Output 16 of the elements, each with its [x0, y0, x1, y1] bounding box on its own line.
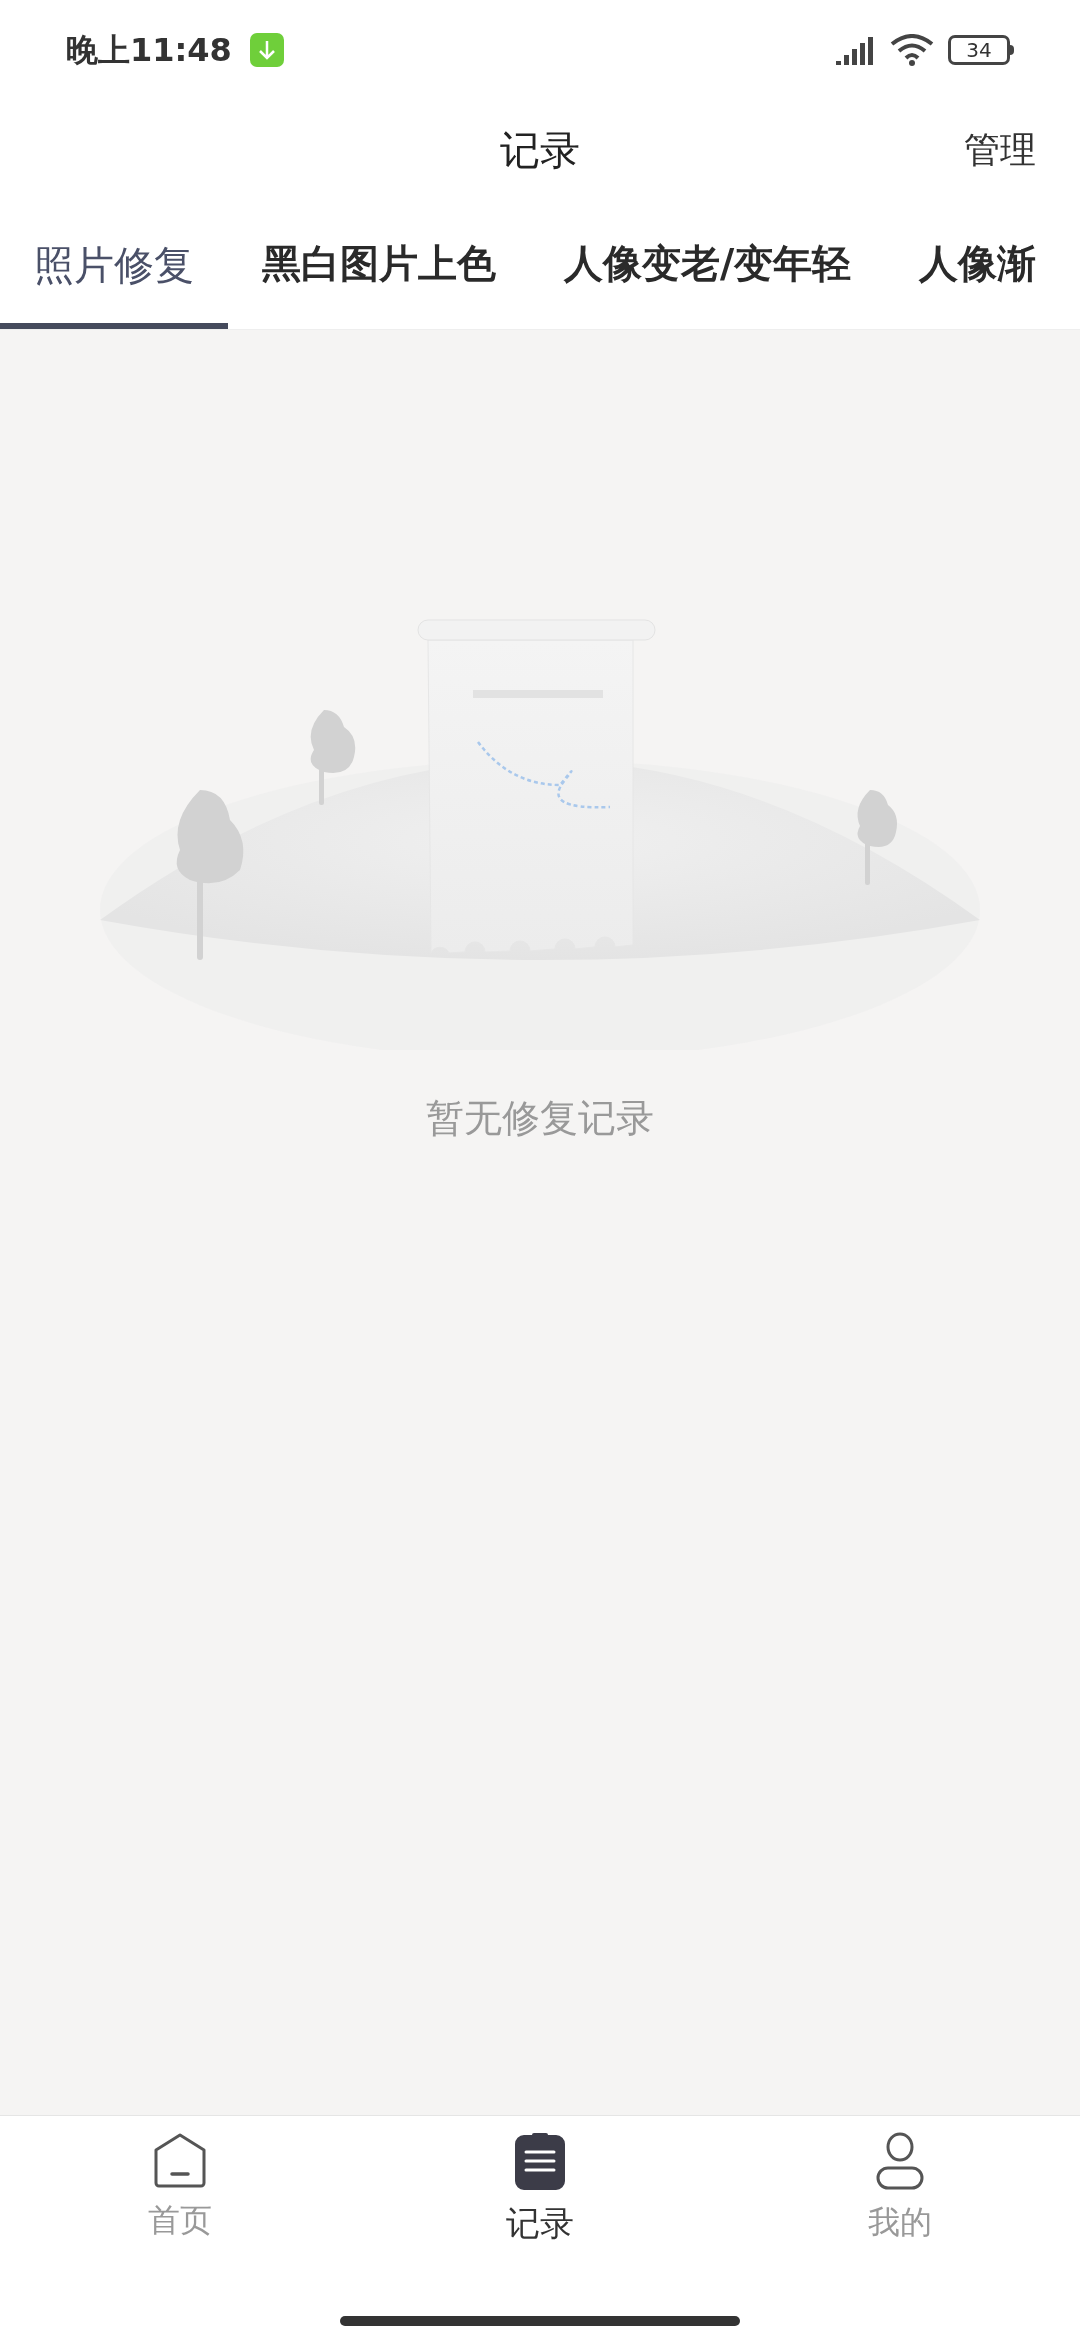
- nav-tab[interactable]: 记录: [360, 2132, 720, 2249]
- download-icon: [249, 33, 284, 67]
- status-time: 晚上11:48: [66, 30, 232, 71]
- wifi-icon: [890, 34, 934, 66]
- manage-button[interactable]: 管理: [964, 123, 1036, 177]
- signal-icon: [836, 35, 876, 65]
- category-tab[interactable]: 黑白图片上色: [228, 200, 530, 329]
- category-tab[interactable]: 人像渐: [885, 200, 1071, 329]
- category-tab[interactable]: 人像变老/变年轻: [530, 200, 886, 329]
- home-icon: [153, 2132, 207, 2188]
- clipboard-icon: [515, 2132, 565, 2190]
- category-tab[interactable]: 照片修复: [0, 200, 228, 329]
- battery-level: 34: [966, 40, 992, 60]
- page-title: 记录: [500, 126, 580, 175]
- person-icon: [875, 2132, 925, 2190]
- empty-message: 暂无修复记录: [426, 1095, 654, 1142]
